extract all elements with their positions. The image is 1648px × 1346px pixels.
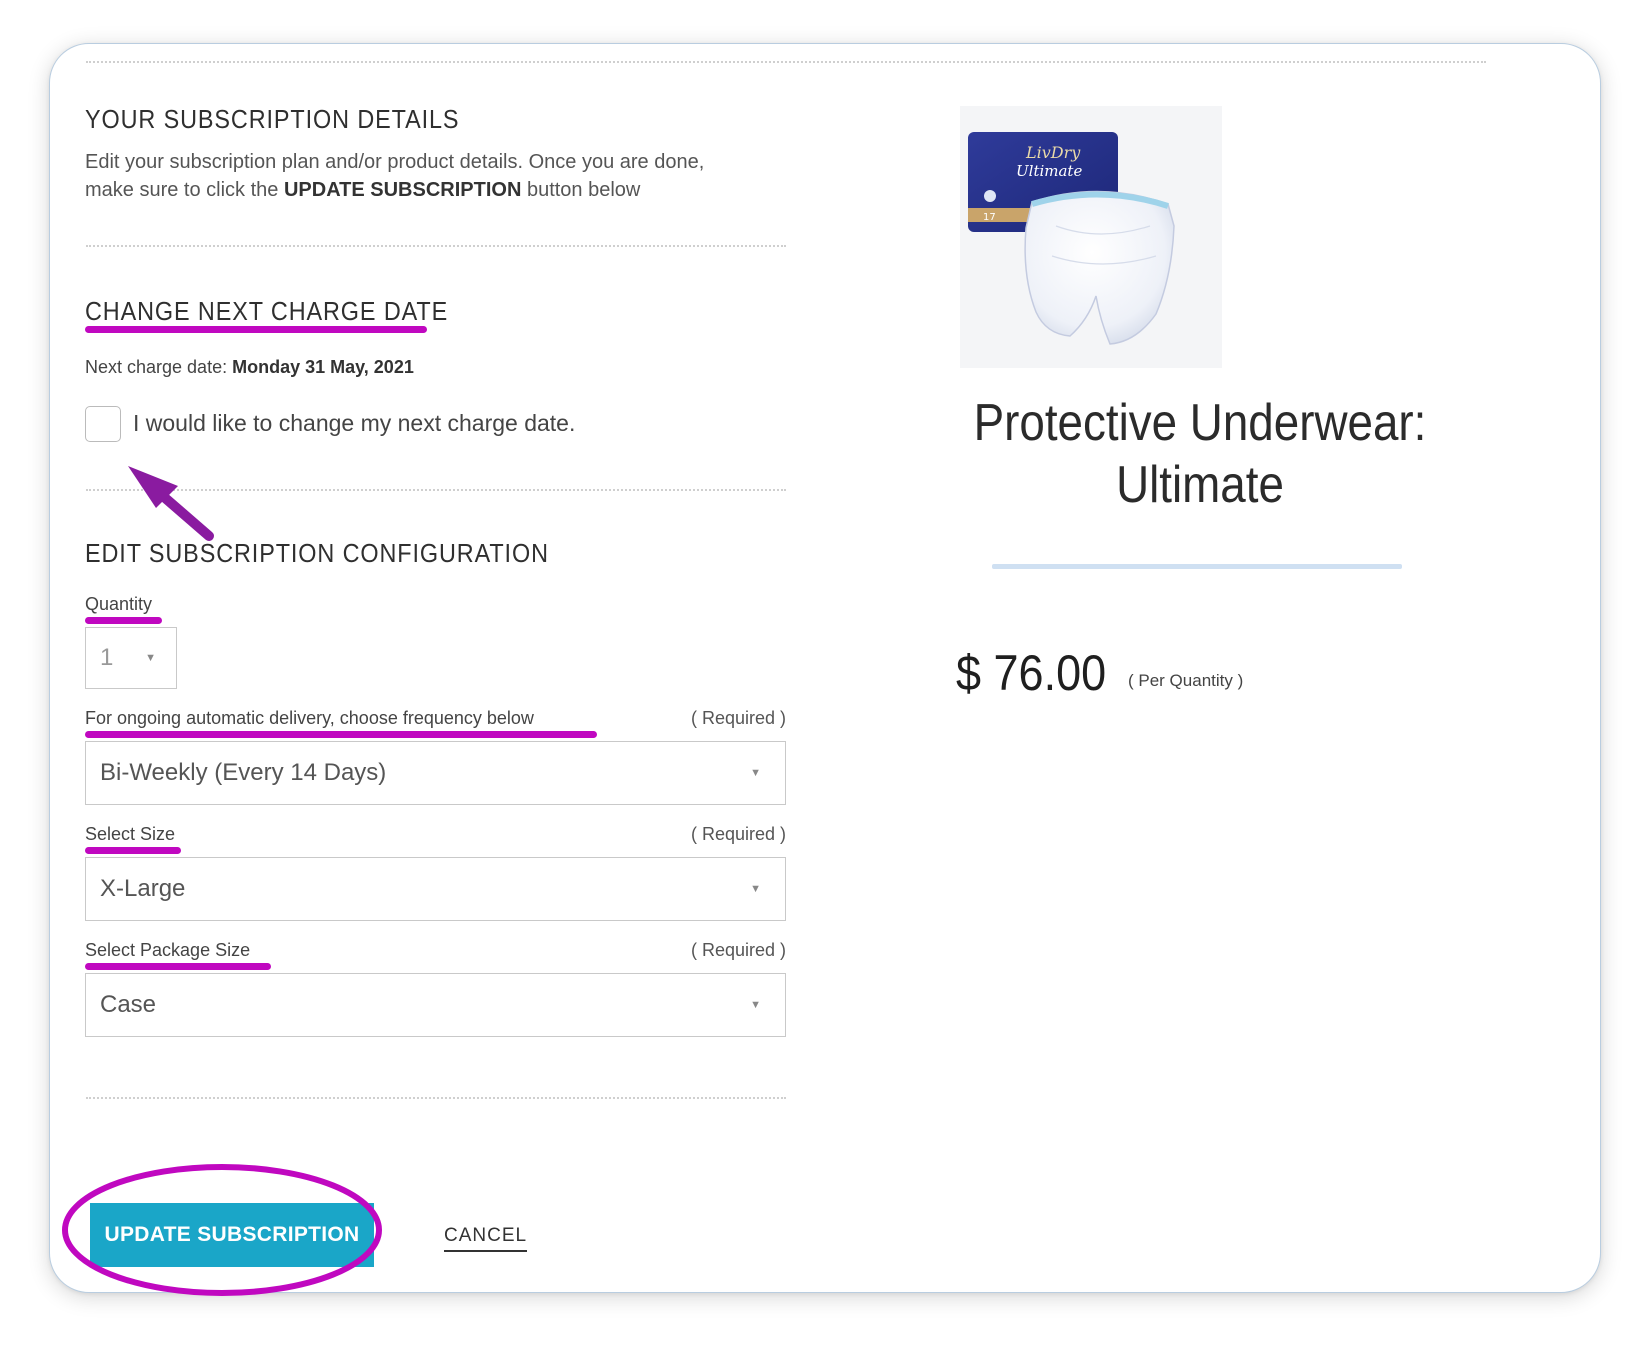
subscription-card: YOUR SUBSCRIPTION DETAILS Edit your subs… — [49, 43, 1601, 1293]
subscription-details-heading: YOUR SUBSCRIPTION DETAILS — [85, 104, 460, 134]
quantity-label-highlight — [85, 617, 162, 624]
size-label-highlight — [85, 847, 181, 854]
product-title-line-2: Ultimate — [1116, 456, 1284, 514]
description-line-1: Edit your subscription plan and/or produ… — [85, 151, 705, 173]
chevron-down-icon: ▼ — [750, 999, 761, 1011]
product-title-line-1: Protective Underwear: — [973, 394, 1427, 452]
frequency-required: ( Required ) — [690, 708, 786, 728]
package-brand-text: LivDry — [1025, 143, 1081, 162]
description-emphasis: UPDATE SUBSCRIPTION — [283, 179, 522, 201]
next-charge-date-label: Next charge date: — [85, 357, 233, 377]
update-subscription-button[interactable]: UPDATE SUBSCRIPTION — [90, 1203, 374, 1267]
size-label: Select Size — [85, 824, 176, 844]
cancel-link[interactable]: CANCEL — [444, 1225, 528, 1252]
change-charge-date-checkbox[interactable] — [85, 406, 121, 442]
quantity-select[interactable]: 1 ▼ — [85, 627, 177, 689]
frequency-label-highlight — [85, 731, 597, 738]
description-prefix: make sure to click the — [85, 179, 284, 201]
charge-date-heading-highlight — [85, 326, 427, 333]
package-size-value: Case — [100, 991, 157, 1018]
price-note: ( Per Quantity ) — [1128, 671, 1244, 690]
size-select[interactable]: X-Large ▼ — [85, 857, 786, 921]
change-charge-date-label[interactable]: I would like to change my next charge da… — [133, 410, 575, 437]
package-count-text: 17 — [983, 212, 996, 223]
chevron-down-icon: ▼ — [750, 883, 761, 895]
subscription-details-description: Edit your subscription plan and/or produ… — [85, 148, 805, 204]
product-image: LivDry Ultimate 17 — [960, 106, 1222, 368]
edit-configuration-heading: EDIT SUBSCRIPTION CONFIGURATION — [85, 538, 549, 568]
package-size-label-highlight — [85, 963, 271, 970]
package-size-required: ( Required ) — [690, 940, 786, 960]
chevron-down-icon: ▼ — [145, 652, 156, 664]
product-divider — [992, 564, 1402, 569]
frequency-select[interactable]: Bi-Weekly (Every 14 Days) ▼ — [85, 741, 786, 805]
product-title: Protective Underwear: Ultimate — [971, 392, 1429, 516]
description-suffix: button below — [521, 179, 641, 201]
change-charge-date-heading: CHANGE NEXT CHARGE DATE — [85, 296, 449, 326]
size-required: ( Required ) — [690, 824, 786, 844]
package-size-select[interactable]: Case ▼ — [85, 973, 786, 1037]
underwear-shape — [1024, 190, 1175, 345]
frequency-label: For ongoing automatic delivery, choose f… — [85, 708, 534, 728]
section-divider-3 — [86, 1097, 786, 1099]
chevron-down-icon: ▼ — [750, 767, 761, 779]
frequency-value: Bi-Weekly (Every 14 Days) — [100, 759, 387, 786]
quantity-label: Quantity — [85, 594, 153, 614]
next-charge-date: Next charge date: Monday 31 May, 2021 — [85, 357, 414, 378]
package-name-text: Ultimate — [1016, 162, 1082, 180]
top-divider — [86, 61, 1486, 63]
section-divider-1 — [86, 245, 786, 247]
product-price: $ 76.00 — [956, 645, 1107, 701]
section-divider-2 — [86, 489, 786, 491]
product-illustration: LivDry Ultimate 17 — [968, 132, 1175, 345]
quantity-value: 1 — [100, 644, 114, 671]
package-size-label: Select Package Size — [85, 940, 251, 960]
size-value: X-Large — [100, 875, 186, 902]
next-charge-date-value: Monday 31 May, 2021 — [232, 357, 414, 377]
